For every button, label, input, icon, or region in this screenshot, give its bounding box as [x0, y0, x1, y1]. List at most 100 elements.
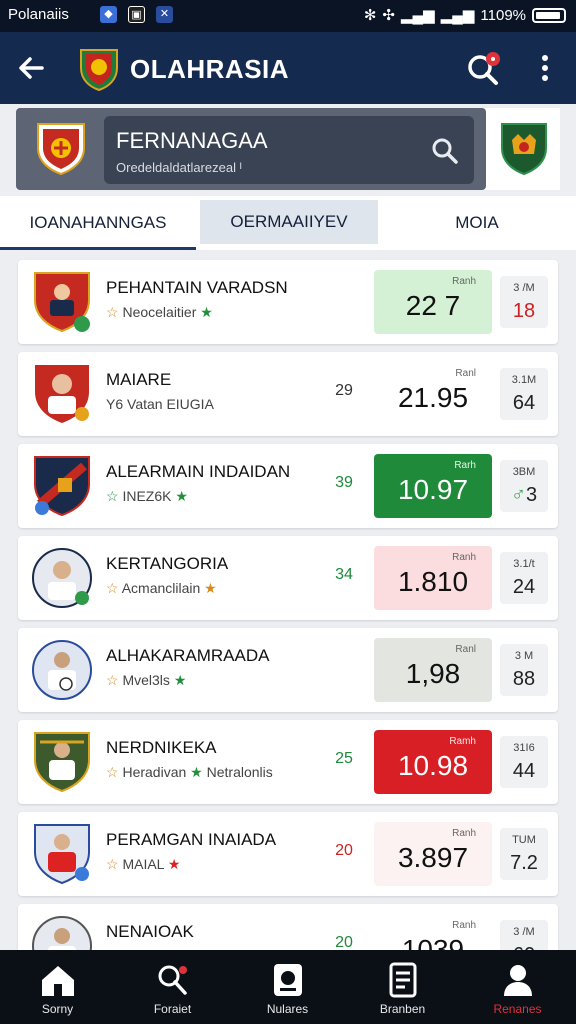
- profile-icon: [498, 962, 538, 998]
- player-badge-icon: [32, 270, 92, 334]
- stat-box: 3BM ♂3: [500, 460, 548, 512]
- nav-favorites-label: Foraiet: [153, 1002, 192, 1016]
- back-arrow-icon[interactable]: [16, 50, 52, 86]
- app-bar: OLAHRASIA: [0, 32, 576, 104]
- player-photo: [32, 638, 92, 702]
- score-value: 10.98: [397, 750, 469, 781]
- score-box: Ranh 1039: [374, 914, 492, 950]
- score-label: Rarh: [454, 460, 476, 471]
- tab-rankings[interactable]: IOANAHANNGAS: [0, 196, 196, 250]
- search-people-icon: [153, 962, 193, 998]
- nav-news[interactable]: Nulares: [230, 950, 345, 1024]
- score-value: 21.95: [397, 382, 469, 413]
- stat-value: 44: [512, 760, 536, 782]
- player-name: ALEARMAIN INDAIDAN: [106, 462, 291, 481]
- player-photo: [32, 822, 92, 886]
- stat-label: 3.1/t: [513, 558, 535, 570]
- stat-box: TUM 7.2: [500, 828, 548, 880]
- player-row[interactable]: MAIARE Y6 Vatan EIUGIA 29 Ranl 21.95 3.1…: [18, 352, 558, 436]
- team-name: FERNANAGAA: [116, 128, 268, 153]
- star-icon: ☆: [106, 580, 119, 596]
- nav-home[interactable]: Sorny: [0, 950, 115, 1024]
- player-club: ☆ INEZ6K ★: [106, 488, 188, 504]
- stat-label: TUM: [512, 834, 536, 846]
- battery-percent: 1109%: [480, 6, 526, 24]
- star-icon: ☆: [106, 672, 119, 688]
- team-description: Oredeldaldatlarezeal ᴵ: [116, 160, 242, 175]
- more-options-icon[interactable]: [532, 50, 558, 86]
- player-club: ☆ Mvel3ls ★: [106, 672, 187, 688]
- tab-overview[interactable]: OERMAAIIYEV: [200, 200, 378, 244]
- stat-label: 3.1M: [511, 374, 537, 386]
- score-box: Ramh 10.98: [374, 730, 492, 794]
- player-name: PERAMGAN INAIADA: [106, 830, 277, 849]
- stat-box: 3 M 88: [500, 644, 548, 696]
- stat-box: 31I6 44: [500, 736, 548, 788]
- player-photo: [32, 362, 92, 426]
- player-row[interactable]: KERTANGORIA ☆ Acmanclilain ★ 34 Ranh 1.8…: [18, 536, 558, 620]
- player-row[interactable]: NERDNIKEKA ☆ Heradivan ★ Netralonlis 25 …: [18, 720, 558, 804]
- player-club: ☆ MAIAL ★: [106, 856, 181, 872]
- star-icon: ★: [204, 580, 217, 596]
- stat-value: 24: [512, 576, 536, 598]
- star-icon: ☆: [106, 488, 119, 504]
- player-name: NERDNIKEKA: [106, 738, 217, 757]
- card-icon: [268, 962, 308, 998]
- status-bar: Polanaiis ◆ ▣ ✕ ✻ ✣ ▂▄▆ ▂▄▆ 1109%: [0, 0, 576, 32]
- star-icon: ☆: [106, 764, 119, 780]
- player-club: ☆ Heradivan ★ Netralonlis: [106, 764, 273, 780]
- stat-label: 3 M: [514, 650, 534, 662]
- score-label: Ranl: [455, 368, 476, 379]
- player-name: MAIARE: [106, 370, 172, 389]
- app-icon: ✕: [156, 6, 173, 23]
- player-number: 39: [335, 474, 353, 491]
- score-label: Ranl: [455, 644, 476, 655]
- player-row[interactable]: PERAMGAN INAIADA ☆ MAIAL ★ 20 Ranh 3.897…: [18, 812, 558, 896]
- stat-value: ♂3: [510, 484, 538, 506]
- list-icon: [383, 962, 423, 998]
- player-club: ☆ Neocelaitier ★: [106, 304, 213, 320]
- player-number: 34: [335, 566, 353, 583]
- nav-home-label: Sorny: [41, 1002, 74, 1016]
- player-list: PEHANTAIN VARADSN ☆ Neocelaitier ★ Ranh …: [0, 256, 576, 950]
- score-value: 1,98: [405, 658, 461, 689]
- stat-box: 3.1/t 24: [500, 552, 548, 604]
- score-label: Ranh: [452, 920, 476, 931]
- search-icon[interactable]: [464, 50, 504, 95]
- score-value: 3.897: [397, 842, 469, 873]
- player-row[interactable]: ALEARMAIN INDAIDAN ☆ INEZ6K ★ 39 Rarh 10…: [18, 444, 558, 528]
- player-row[interactable]: PEHANTAIN VARADSN ☆ Neocelaitier ★ Ranh …: [18, 260, 558, 344]
- player-photo: [32, 914, 92, 950]
- player-number: 25: [335, 750, 353, 767]
- stat-label: 31I6: [513, 742, 535, 754]
- score-box: Ranl 1,98: [374, 638, 492, 702]
- opponent-crest-icon: [498, 120, 550, 183]
- nav-favorites[interactable]: Foraiet: [115, 950, 230, 1024]
- score-value: 1.810: [397, 566, 469, 597]
- signal-icon-2: ▂▄▆: [440, 7, 475, 24]
- stat-box: 3 /M 18: [500, 276, 548, 328]
- player-row[interactable]: NENAIOAK 20 Ranh 1039 3 /M 60: [18, 904, 558, 950]
- tab-bar: IOANAHANNGAS OERMAAIIYEV MOIA: [0, 196, 576, 250]
- score-label: Ranh: [452, 276, 476, 287]
- star-icon: ★: [175, 488, 188, 504]
- stat-box: 3.1M 64: [500, 368, 548, 420]
- team-search-box[interactable]: FERNANAGAA Oredeldaldatlarezeal ᴵ: [104, 116, 474, 184]
- star-icon: ★: [190, 764, 203, 780]
- star-icon: ★: [200, 304, 213, 320]
- score-label: Ranh: [452, 552, 476, 563]
- tab-media[interactable]: MOIA: [378, 196, 576, 250]
- nav-profile[interactable]: Renanes: [460, 950, 575, 1024]
- score-box: Ranl 21.95: [374, 362, 492, 426]
- team-crest-icon: [34, 120, 88, 183]
- stat-label: 3 /M: [513, 926, 535, 938]
- score-value: 10.97: [397, 474, 469, 505]
- team-search-icon[interactable]: [430, 136, 460, 171]
- score-box: Rarh 10.97: [374, 454, 492, 518]
- player-row[interactable]: ALHAKARAMRAADA ☆ Mvel3ls ★ Ranl 1,98 3 M…: [18, 628, 558, 712]
- player-photo: [32, 730, 92, 794]
- nav-standings-label: Branben: [379, 1002, 426, 1016]
- nav-standings[interactable]: Branben: [345, 950, 460, 1024]
- stat-label: 3BM: [512, 466, 536, 478]
- bluetooth-icon: ✻: [363, 7, 377, 24]
